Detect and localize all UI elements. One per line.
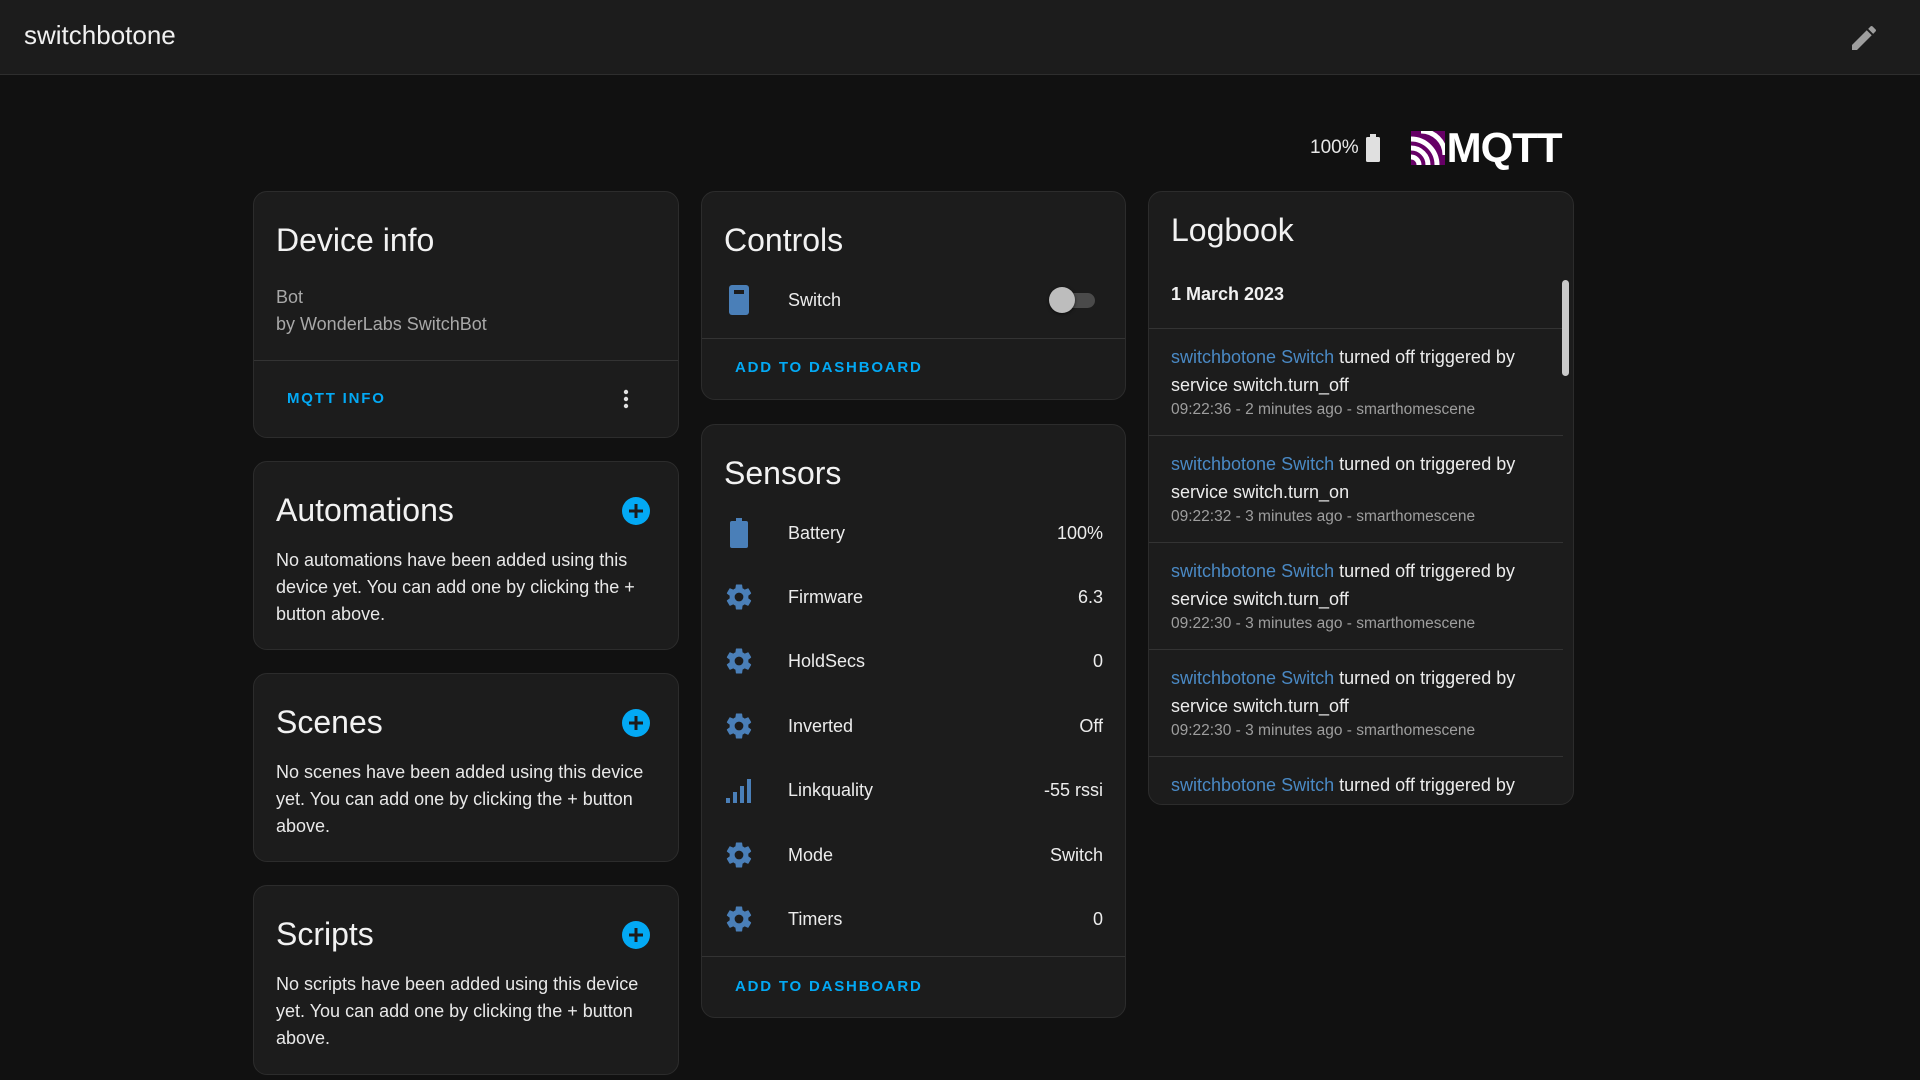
battery-icon <box>1365 134 1380 162</box>
sensor-row[interactable]: Mode Switch <box>702 835 1125 875</box>
log-meta: 09:22:30 - 3 minutes ago - smarthomescen… <box>1171 722 1476 739</box>
sensor-value: 0 <box>1092 650 1103 671</box>
sensor-label: Firmware <box>788 586 863 607</box>
sensors-title: Sensors <box>724 455 842 491</box>
device-model: Bot <box>276 287 304 307</box>
divider <box>254 360 678 361</box>
sensor-row[interactable]: HoldSecs 0 <box>702 641 1125 681</box>
entity-link[interactable]: switchbotone Switch <box>1171 347 1334 367</box>
sensor-label: Inverted <box>788 715 854 736</box>
scenes-card: Scenes No scenes have been added using t… <box>253 673 679 862</box>
toggle-knob <box>1049 287 1075 313</box>
battery-icon <box>724 518 754 548</box>
scenes-empty-text: No scenes have been added using this dev… <box>276 762 644 836</box>
automations-title: Automations <box>276 492 454 528</box>
scenes-title: Scenes <box>276 704 383 740</box>
device-info-card: Device info Bot by WonderLabs SwitchBot … <box>253 191 679 438</box>
sensor-row[interactable]: Inverted Off <box>702 706 1125 746</box>
add-automation-button[interactable] <box>622 497 650 525</box>
sensor-value: -55 rssi <box>1043 779 1103 800</box>
sensor-row[interactable]: Timers 0 <box>702 899 1125 939</box>
logbook-entry: switchbotone Switch turned on triggered … <box>1149 649 1563 756</box>
control-row-switch[interactable]: Switch <box>702 280 1125 320</box>
sensor-value: 6.3 <box>1077 586 1103 607</box>
sensor-label: Linkquality <box>788 779 874 800</box>
automations-card: Automations No automations have been add… <box>253 461 679 650</box>
logbook-card: Logbook 1 March 2023 switchbotone Switch… <box>1148 191 1574 805</box>
sensor-label: Mode <box>788 844 834 865</box>
gear-icon <box>724 711 754 741</box>
signal-icon <box>724 775 754 805</box>
sensor-value: 100% <box>1056 522 1103 543</box>
logbook-list[interactable]: 1 March 2023 switchbotone Switch turned … <box>1149 264 1573 804</box>
scripts-title: Scripts <box>276 916 374 952</box>
edit-device-button[interactable] <box>1848 22 1880 54</box>
logbook-scrollbar[interactable] <box>1562 280 1569 376</box>
more-options-button[interactable] <box>614 387 638 411</box>
divider <box>702 338 1125 339</box>
mqtt-logo: MQTT <box>1410 124 1563 171</box>
add-script-button[interactable] <box>622 921 650 949</box>
pencil-icon <box>1852 25 1877 50</box>
sensor-value: Off <box>1079 715 1103 736</box>
logbook-entry: switchbotone Switch turned off triggered… <box>1149 328 1563 435</box>
gear-icon <box>724 646 754 676</box>
log-meta: 09:22:32 - 3 minutes ago - smarthomescen… <box>1171 508 1476 525</box>
battery-level-text: 100% <box>1310 137 1359 158</box>
gear-icon <box>724 904 754 934</box>
sensor-value: 0 <box>1092 908 1103 929</box>
sensor-label: HoldSecs <box>788 650 866 671</box>
switch-toggle[interactable] <box>1047 285 1097 315</box>
logbook-entry: switchbotone Switch turned off triggered… <box>1149 542 1563 649</box>
sensor-row[interactable]: Firmware 6.3 <box>702 577 1125 617</box>
add-controls-to-dashboard-button[interactable]: ADD TO DASHBOARD <box>735 359 923 376</box>
sensor-row[interactable]: Battery 100% <box>702 513 1125 553</box>
logbook-date: 1 March 2023 <box>1171 284 1285 304</box>
mqtt-info-button[interactable]: MQTT INFO <box>287 390 386 407</box>
page-title: switchbotone <box>24 20 176 50</box>
control-label: Switch <box>788 289 842 310</box>
automations-empty-text: No automations have been added using thi… <box>276 550 635 624</box>
mqtt-logo-text: MQTT <box>1446 124 1563 171</box>
device-manufacturer: by WonderLabs SwitchBot <box>276 314 487 334</box>
sensor-value: Switch <box>1049 844 1103 865</box>
sensor-label: Battery <box>788 522 846 543</box>
entity-link[interactable]: switchbotone Switch <box>1171 775 1334 795</box>
switch-icon <box>724 285 754 315</box>
logbook-title: Logbook <box>1171 212 1294 248</box>
log-meta: 09:22:36 - 2 minutes ago - smarthomescen… <box>1171 401 1476 418</box>
scripts-empty-text: No scripts have been added using this de… <box>276 974 639 1048</box>
sensor-label: Timers <box>788 908 843 929</box>
gear-icon <box>724 840 754 870</box>
device-info-title: Device info <box>276 222 435 258</box>
mqtt-logo-mark-icon <box>1410 131 1445 165</box>
entity-link[interactable]: switchbotone Switch <box>1171 561 1334 581</box>
log-meta: 09:22:30 - 3 minutes ago - smarthomescen… <box>1171 615 1476 632</box>
entity-link[interactable]: switchbotone Switch <box>1171 668 1334 688</box>
controls-title: Controls <box>724 222 844 258</box>
divider <box>702 956 1125 957</box>
logbook-entry: switchbotone Switch turned on triggered … <box>1149 435 1563 542</box>
gear-icon <box>724 582 754 612</box>
controls-card: Controls Switch ADD TO DASHBOARD <box>701 191 1126 400</box>
scripts-card: Scripts No scripts have been added using… <box>253 885 679 1075</box>
dots-vertical-icon <box>623 389 629 409</box>
logbook-entry: switchbotone Switch turned off triggered… <box>1149 756 1563 804</box>
sensors-card: Sensors Battery 100% Firmware 6.3 HoldSe… <box>701 424 1126 1018</box>
add-sensors-to-dashboard-button[interactable]: ADD TO DASHBOARD <box>735 978 923 995</box>
top-app-bar: switchbotone <box>0 0 1920 75</box>
add-scene-button[interactable] <box>622 709 650 737</box>
sensor-row[interactable]: Linkquality -55 rssi <box>702 770 1125 810</box>
entity-link[interactable]: switchbotone Switch <box>1171 454 1334 474</box>
device-header-info: 100% MQTT <box>1310 124 1563 171</box>
